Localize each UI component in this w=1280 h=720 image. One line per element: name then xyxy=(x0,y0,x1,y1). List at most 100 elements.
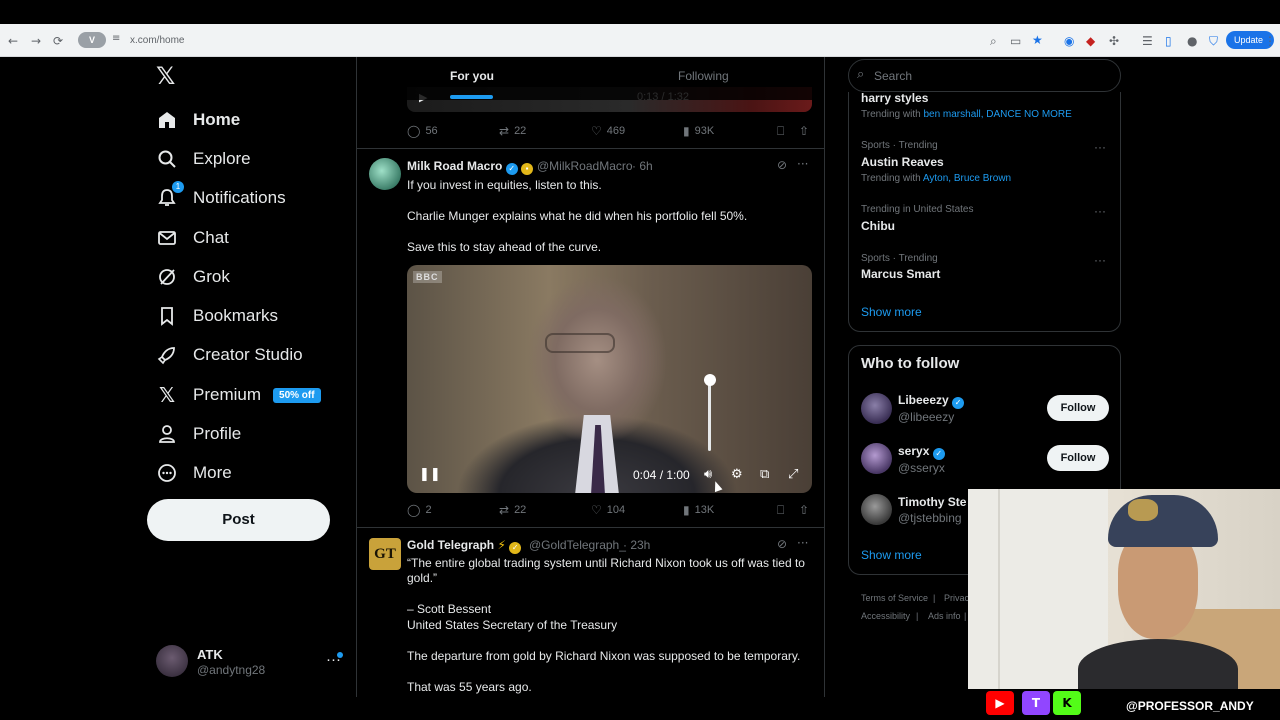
address-bar[interactable]: x.com/home xyxy=(130,35,184,46)
trend-context: Trending with Ayton, Bruce Brown xyxy=(861,173,1011,184)
pause-icon[interactable]: ❚❚ xyxy=(419,467,441,482)
nav-premium-label: Premium xyxy=(193,385,262,404)
tweet-time[interactable]: · 23h xyxy=(623,538,650,552)
volume-icon[interactable]: 🔊︎ xyxy=(704,467,712,482)
tweet-time[interactable]: · 6h xyxy=(632,159,653,173)
trends-show-more-link[interactable]: Show more xyxy=(861,305,922,319)
reply-button[interactable]: ◯ 2 xyxy=(407,503,432,517)
reply-count: 56 xyxy=(425,125,438,137)
share-button[interactable]: ⇧ xyxy=(799,124,814,138)
nav-premium[interactable]: 𝕏 Premium 50% off xyxy=(156,381,321,409)
nav-bookmarks[interactable]: Bookmarks xyxy=(156,302,278,330)
repost-button[interactable]: ⇄ 22 xyxy=(499,124,526,138)
trend-name[interactable]: harry styles xyxy=(861,91,928,105)
account-avatar[interactable] xyxy=(156,645,188,677)
bookmark-star-icon[interactable]: ★ xyxy=(1032,32,1043,48)
footer-ads-info-link[interactable]: Ads info xyxy=(928,611,961,621)
notification-badge: 1 xyxy=(172,181,184,193)
nav-explore[interactable]: Explore xyxy=(156,145,251,173)
trend-related-link[interactable]: ben marshall, DANCE NO MORE xyxy=(923,109,1071,120)
shield-icon[interactable]: ◆ xyxy=(1086,33,1095,49)
profile-icon[interactable]: ● xyxy=(1187,33,1197,49)
video-player[interactable]: BBC ❚❚ 0:04 / 1:00 🔊︎ ⚙ ⧉ ⤢ xyxy=(407,265,812,493)
tweet-text-line: “The entire global trading system until … xyxy=(407,556,805,570)
bookmark-tweet-button[interactable]: ⎕ xyxy=(777,124,789,139)
vpn-badge[interactable]: V xyxy=(78,32,106,48)
nav-home[interactable]: Home xyxy=(156,106,240,134)
tweet-author[interactable]: Gold Telegraph ⚡ ✓ xyxy=(407,538,522,554)
follow-button[interactable]: Follow xyxy=(1047,445,1109,471)
follow-show-more-link[interactable]: Show more xyxy=(861,548,922,562)
follow-button[interactable]: Follow xyxy=(1047,395,1109,421)
site-settings-icon[interactable]: ≡ xyxy=(112,33,120,44)
footer-terms-link[interactable]: Terms of Service xyxy=(861,593,928,603)
trend-more-icon[interactable]: ··· xyxy=(1094,140,1106,154)
post-button[interactable]: Post xyxy=(147,499,330,541)
trend-more-icon[interactable]: ··· xyxy=(1094,253,1106,267)
tweet-divider xyxy=(357,527,824,528)
suggested-user-name[interactable]: Timothy Ste xyxy=(898,495,966,509)
user-avatar[interactable] xyxy=(861,393,892,424)
trend-related-link[interactable]: Ayton, Bruce Brown xyxy=(923,173,1011,184)
share-button[interactable]: ⇧ xyxy=(799,503,814,517)
reload-icon[interactable]: ⟳ xyxy=(53,33,63,49)
volume-slider-track[interactable] xyxy=(708,381,711,451)
picture-in-picture-icon[interactable]: ⧉ xyxy=(760,467,769,482)
settings-gear-icon[interactable]: ⚙ xyxy=(731,467,743,482)
user-avatar[interactable] xyxy=(861,443,892,474)
account-name[interactable]: ATK xyxy=(197,647,223,662)
reply-button[interactable]: ◯ 56 xyxy=(407,124,438,138)
browser-menu-icon[interactable]: ⋮ xyxy=(1264,33,1276,49)
tweet-avatar[interactable]: GT xyxy=(369,538,401,570)
nav-more[interactable]: More xyxy=(156,459,232,487)
grok-tweet-icon[interactable]: ⊘ xyxy=(777,158,787,172)
fullscreen-icon[interactable]: ⤢ xyxy=(788,467,798,482)
nav-chat[interactable]: Chat xyxy=(156,224,229,252)
like-button[interactable]: ♡ 104 xyxy=(591,503,625,517)
verified-icon: ✓ xyxy=(509,542,522,554)
tweet-avatar[interactable] xyxy=(369,158,401,190)
trend-name[interactable]: Austin Reaves xyxy=(861,155,944,169)
back-icon[interactable]: ← xyxy=(8,33,18,49)
nav-grok[interactable]: Grok xyxy=(156,263,230,291)
puzzle-icon[interactable]: ✣ xyxy=(1109,33,1119,49)
tweet-author[interactable]: Milk Road Macro ✓ ▪ xyxy=(407,159,534,175)
rocket-icon xyxy=(156,344,178,366)
forward-icon[interactable]: → xyxy=(31,33,41,49)
zoom-icon[interactable]: ⌕ xyxy=(990,33,997,49)
tweet-more-icon[interactable]: ··· xyxy=(797,157,808,171)
cast-icon[interactable]: ▭ xyxy=(1010,33,1021,49)
tab-following[interactable]: Following xyxy=(678,69,729,83)
tweet-more-icon[interactable]: ··· xyxy=(797,536,808,550)
tweet-author-name: Gold Telegraph xyxy=(407,538,495,552)
user-avatar[interactable] xyxy=(861,494,892,525)
footer-privacy-link[interactable]: Privac xyxy=(944,593,969,603)
suggested-user-name[interactable]: Libeeezy ✓ xyxy=(898,393,965,409)
tweet-handle[interactable]: @GoldTelegraph_ xyxy=(529,538,626,552)
bookmark-icon xyxy=(156,305,178,327)
menu-list-icon[interactable]: ☰ xyxy=(1142,33,1153,49)
volume-slider-handle[interactable] xyxy=(704,374,716,386)
footer-accessibility-link[interactable]: Accessibility xyxy=(861,611,910,621)
suggested-user-name[interactable]: seryx ✓ xyxy=(898,444,945,460)
like-button[interactable]: ♡ 469 xyxy=(591,124,625,138)
password-icon[interactable]: ⛉ xyxy=(1209,33,1218,49)
bookmark-tweet-button[interactable]: ⎕ xyxy=(777,503,789,518)
nav-creator-studio[interactable]: Creator Studio xyxy=(156,341,303,369)
tab-for-you[interactable]: For you xyxy=(450,69,494,83)
grok-tweet-icon[interactable]: ⊘ xyxy=(777,537,787,551)
tweet-text-line: United States Secretary of the Treasury xyxy=(407,618,618,632)
trend-more-icon[interactable]: ··· xyxy=(1094,204,1106,218)
views-button[interactable]: ▮ 13K xyxy=(683,503,714,517)
repost-button[interactable]: ⇄ 22 xyxy=(499,503,526,517)
x-logo-icon[interactable]: 𝕏 xyxy=(156,65,180,89)
extension-icon[interactable]: ◉ xyxy=(1064,33,1074,49)
nav-notifications[interactable]: 1 Notifications xyxy=(156,181,286,212)
trend-name[interactable]: Chibu xyxy=(861,219,895,233)
trend-name[interactable]: Marcus Smart xyxy=(861,267,940,281)
timeline-tabs xyxy=(357,57,824,100)
views-button[interactable]: ▮ 93K xyxy=(683,124,714,138)
nav-profile[interactable]: Profile xyxy=(156,420,241,448)
tweet-handle[interactable]: @MilkRoadMacro xyxy=(537,159,633,173)
sidebar-icon[interactable]: ▯ xyxy=(1165,33,1172,49)
